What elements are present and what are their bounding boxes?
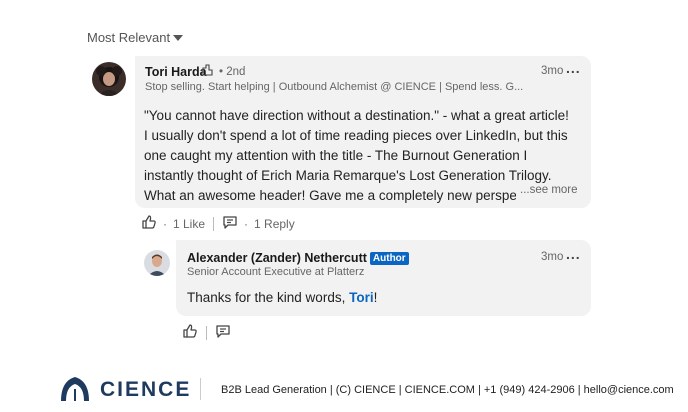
reply-text-part: ! — [373, 290, 378, 305]
connection-degree: • 2nd — [219, 66, 246, 78]
separator-dot: · — [244, 216, 249, 231]
reply-author-headline: Senior Account Executive at Platterz — [187, 266, 365, 278]
caret-down-icon — [173, 35, 184, 41]
comment-line: instantly thought of Erich Maria Remarqu… — [144, 168, 552, 183]
speech-bubble-icon[interactable] — [215, 323, 231, 342]
comment-line: What an awesome header! Gave me a comple… — [144, 188, 516, 203]
reply-text: Thanks for the kind words, Tori! — [187, 288, 567, 308]
speech-bubble-icon[interactable] — [222, 214, 238, 233]
cience-logo-icon — [58, 375, 92, 408]
thumbs-up-icon[interactable] — [182, 323, 198, 342]
comment-text: "You cannot have direction without a des… — [144, 106, 576, 212]
reply-author-name[interactable]: Alexander (Zander) Nethercutt Author — [187, 251, 409, 265]
sparkle-badge-icon — [200, 63, 214, 82]
reply-time: 3mo — [541, 251, 564, 263]
comment-line: one caught my attention with the title -… — [144, 148, 528, 163]
sort-dropdown[interactable]: Most Relevant — [87, 30, 184, 45]
author-badge: Author — [369, 252, 409, 265]
divider — [213, 216, 215, 231]
separator-dot: · — [163, 216, 167, 231]
reply-actions — [182, 323, 231, 342]
ellipsis-icon[interactable]: ... — [566, 246, 581, 262]
commenter-headline: Stop selling. Start helping | Outbound A… — [145, 81, 524, 93]
see-more-link[interactable]: ...see more — [520, 184, 578, 196]
comment-actions: · 1 Like · 1 Reply — [141, 214, 295, 233]
reply-text-part: Thanks for the kind words, — [187, 290, 350, 305]
comment-time: 3mo — [541, 65, 564, 77]
reply-count[interactable]: 1 Reply — [254, 217, 295, 231]
ellipsis-icon[interactable]: ... — [566, 60, 581, 76]
mention-link[interactable]: Tori — [349, 290, 374, 305]
thumbs-up-icon[interactable] — [141, 214, 157, 233]
commenter-name[interactable]: Tori Harda — [145, 65, 207, 79]
divider — [206, 325, 207, 340]
footer-divider — [200, 378, 201, 400]
footer-logo-text: CIENCE — [100, 378, 192, 401]
comment-line: "You cannot have direction without a des… — [144, 108, 569, 123]
comment-line: I usually don't spend a lot of time read… — [144, 128, 568, 143]
sort-label: Most Relevant — [87, 30, 171, 45]
commenter-avatar[interactable] — [92, 62, 126, 96]
footer-contact-text: B2B Lead Generation | (C) CIENCE | CIENC… — [221, 384, 674, 396]
like-count[interactable]: 1 Like — [173, 217, 205, 231]
reply-author-avatar[interactable] — [144, 250, 170, 276]
